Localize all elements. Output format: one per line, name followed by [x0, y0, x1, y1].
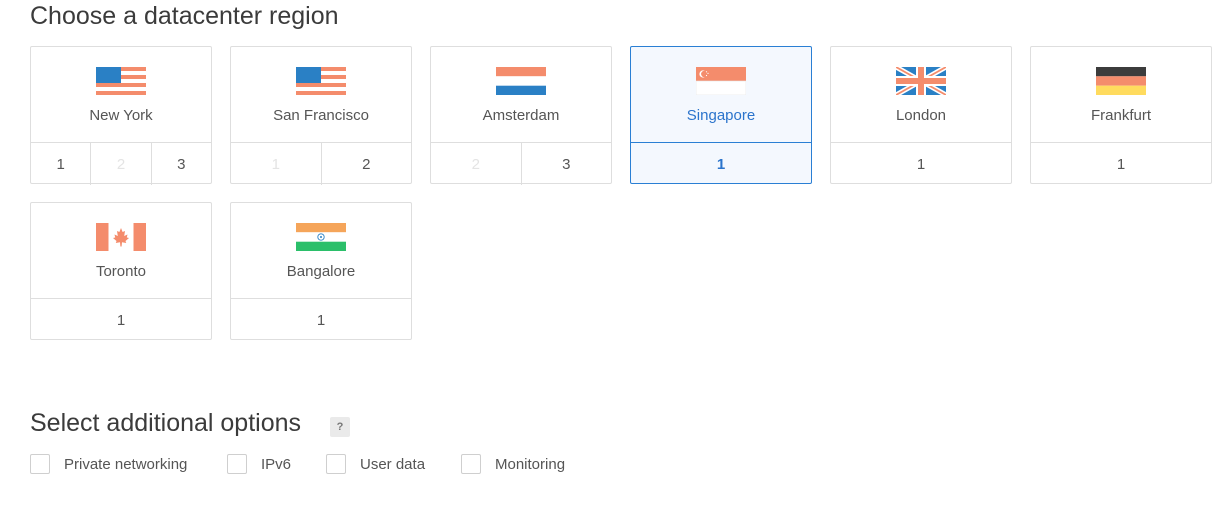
datacenter-option-selected[interactable]: 1 [631, 143, 811, 185]
option-label: Monitoring [495, 455, 566, 473]
checkbox[interactable] [326, 454, 346, 474]
options-section-title: Select additional options [30, 409, 302, 437]
region-name: London [895, 107, 947, 124]
datacenter-option-disabled: 2 [471, 155, 480, 173]
datacenter-option[interactable]: 1 [31, 299, 211, 341]
datacenter-option[interactable]: 3 [520, 143, 612, 185]
region-name: New York [89, 107, 153, 124]
in-flag-icon [296, 223, 346, 251]
sg-flag-icon [696, 67, 746, 95]
region-card-toronto[interactable]: Toronto 1 [30, 202, 212, 340]
region-name: Toronto [95, 263, 147, 280]
region-name: Frankfurt [1090, 107, 1151, 124]
region-name: Bangalore [286, 263, 356, 280]
ca-flag-icon [96, 223, 146, 251]
checkbox[interactable] [227, 454, 247, 474]
checkbox[interactable] [30, 454, 50, 474]
option-user-data[interactable]: User data [326, 454, 425, 474]
option-monitoring[interactable]: Monitoring [461, 454, 565, 474]
option-label: IPv6 [261, 455, 292, 473]
region-card-bangalore[interactable]: Bangalore 1 [230, 202, 412, 340]
option-label: User data [360, 455, 426, 473]
region-card-new-york[interactable]: New York 1 2 3 [30, 46, 212, 185]
us-flag-icon [96, 67, 146, 95]
region-card-amsterdam[interactable]: Amsterdam 2 3 [430, 46, 612, 185]
datacenter-option[interactable]: 1 [1031, 143, 1211, 185]
option-private-networking[interactable]: Private networking [30, 454, 187, 474]
datacenter-option[interactable]: 1 [831, 143, 1011, 185]
region-card-london[interactable]: London 1 [830, 46, 1012, 184]
region-section-title: Choose a datacenter region [30, 2, 339, 30]
nl-flag-icon [496, 67, 546, 95]
us-flag-icon [296, 67, 346, 95]
uk-flag-icon [896, 67, 946, 95]
option-label: Private networking [64, 455, 188, 473]
checkbox[interactable] [461, 454, 481, 474]
datacenter-option[interactable]: 3 [150, 143, 211, 185]
datacenter-option[interactable]: 1 [231, 299, 411, 341]
region-name: Amsterdam [482, 107, 560, 124]
region-card-frankfurt[interactable]: Frankfurt 1 [1030, 46, 1212, 184]
option-ipv6[interactable]: IPv6 [227, 454, 291, 474]
de-flag-icon [1096, 67, 1146, 95]
datacenter-option[interactable]: 1 [31, 143, 90, 185]
datacenter-option[interactable]: 2 [320, 143, 412, 185]
region-name: Singapore [686, 107, 756, 124]
region-name: San Francisco [273, 107, 369, 124]
region-card-san-francisco[interactable]: San Francisco 1 2 [230, 46, 412, 185]
region-card-singapore[interactable]: Singapore 1 [630, 46, 812, 184]
datacenter-option-disabled: 2 [90, 143, 150, 185]
datacenter-option-disabled: 1 [271, 155, 280, 173]
help-icon[interactable]: ? [330, 417, 350, 437]
